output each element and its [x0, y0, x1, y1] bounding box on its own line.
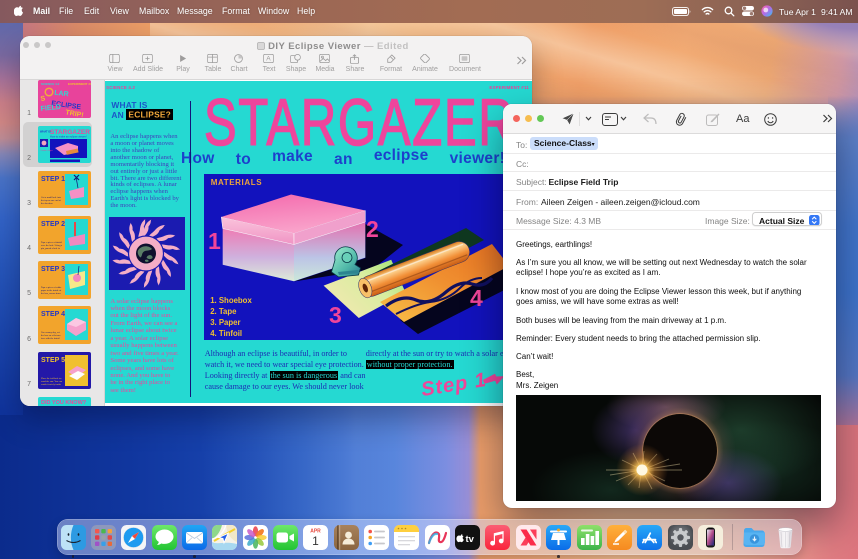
svg-text:tv: tv [466, 533, 475, 544]
svg-text:FIELD: FIELD [40, 104, 61, 113]
svg-text:the box, across from: the box, across from [41, 292, 61, 295]
svg-text:1: 1 [312, 534, 319, 548]
svg-text:STEP 3:: STEP 3: [41, 266, 67, 273]
svg-text:4: 4 [470, 285, 483, 311]
svg-text:STEP 2:: STEP 2: [41, 221, 67, 228]
svg-text:2: 2 [366, 216, 379, 242]
svg-text:watch it safely inside: watch it safely inside [41, 383, 61, 386]
svg-text:S: S [40, 96, 46, 104]
svg-text:3: 3 [329, 302, 342, 328]
svg-text:A solar eclipse: A solar eclipse [40, 149, 53, 152]
svg-text:How to make an eclipse viewer!: How to make an eclipse viewer! [50, 134, 87, 138]
svg-text:TRIP!: TRIP! [64, 110, 83, 118]
svg-text:DID YOU KNOW?: DID YOU KNOW? [41, 400, 87, 406]
svg-text:A: A [266, 56, 271, 63]
svg-text:pin, punch a hole in: pin, punch a hole in [41, 247, 61, 250]
svg-text:face with the tinfoil: face with the tinfoil [41, 337, 60, 340]
svg-text:LAR: LAR [54, 90, 69, 98]
svg-text:STEP 1:: STEP 1: [41, 176, 67, 183]
svg-text:STEP 4:: STEP 4: [41, 311, 67, 318]
svg-text:the shoebox.: the shoebox. [41, 202, 53, 205]
svg-text:EXPERIMENT #11: EXPERIMENT #11 [68, 82, 91, 86]
svg-text:STEP 5:: STEP 5: [41, 357, 67, 364]
svg-text:WHAT IS: WHAT IS [40, 129, 51, 133]
svg-text:SCIENCE 4.2: SCIENCE 4.2 [41, 82, 60, 86]
svg-text:1: 1 [208, 228, 221, 254]
